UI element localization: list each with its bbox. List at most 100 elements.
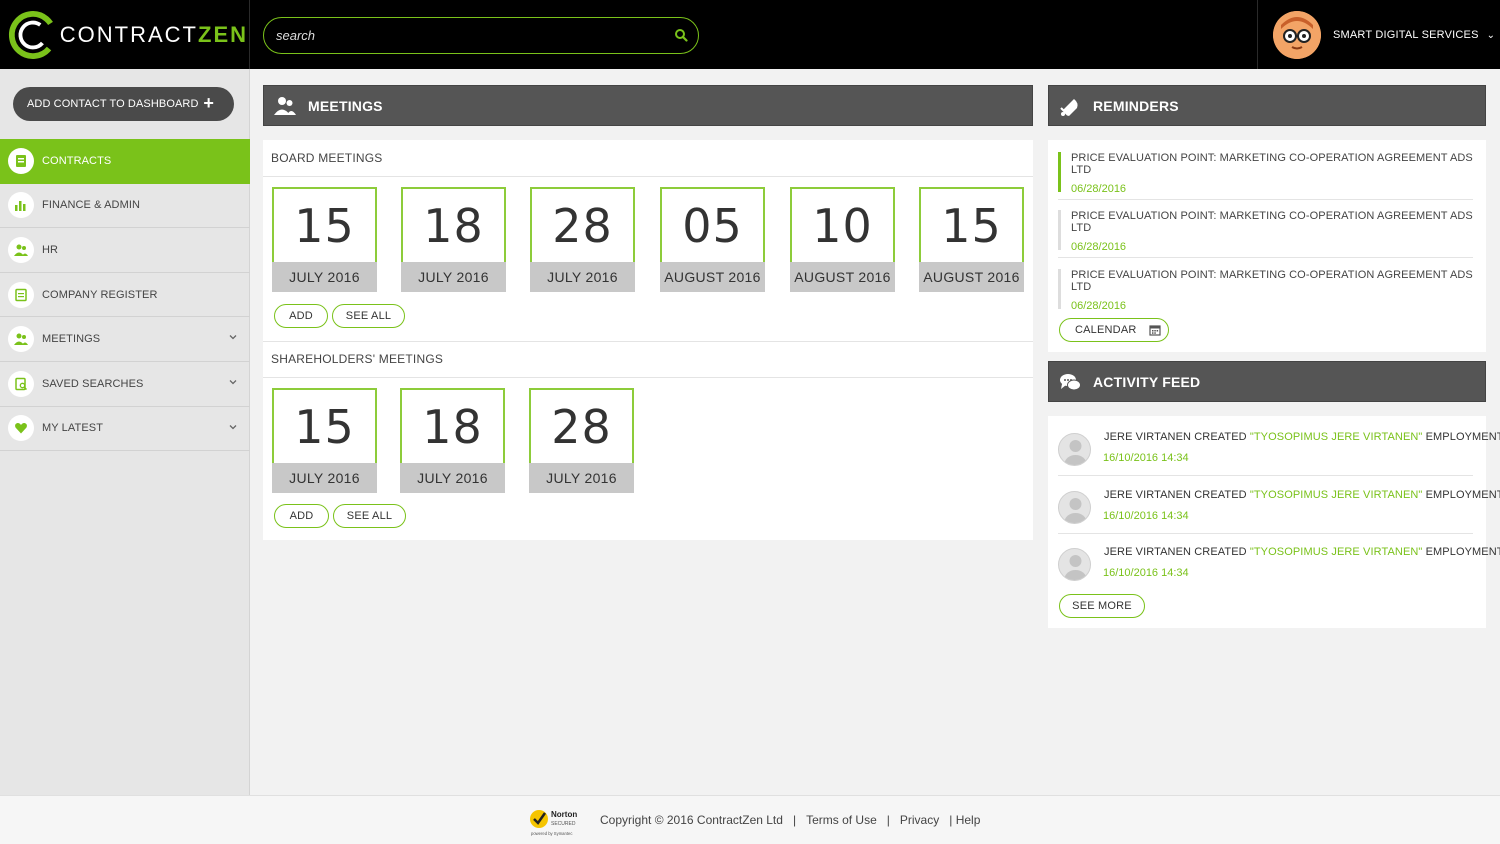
svg-text:powered by Symantec: powered by Symantec <box>531 831 572 836</box>
avatar-face-icon <box>1273 11 1321 59</box>
board-meeting-date-card[interactable]: 15 JULY 2016 <box>272 187 377 292</box>
divider <box>1058 199 1473 200</box>
chevron-down-icon[interactable] <box>228 377 238 387</box>
activity-link[interactable]: "TYOSOPIMUS JERE VIRTANEN" <box>1250 431 1423 443</box>
privacy-link[interactable]: Privacy <box>900 813 939 827</box>
date-month: JULY 2016 <box>400 463 505 493</box>
sidebar-item-hr[interactable]: HR <box>0 228 250 273</box>
logo-mark-icon <box>8 11 57 59</box>
reminder-item[interactable]: PRICE EVALUATION POINT: MARKETING CO-OPE… <box>1058 269 1473 312</box>
logo[interactable]: CONTRACTZEN <box>8 8 248 62</box>
divider <box>1058 257 1473 258</box>
divider <box>263 176 1033 177</box>
sidebar-item-company-register[interactable]: COMPANY REGISTER <box>0 273 250 318</box>
see-more-button[interactable]: SEE MORE <box>1059 594 1145 618</box>
search-box <box>263 17 699 54</box>
copyright-text: Copyright © 2016 ContractZen Ltd <box>600 813 783 827</box>
terms-link[interactable]: Terms of Use <box>806 813 877 827</box>
reminder-title: PRICE EVALUATION POINT: MARKETING CO-OPE… <box>1071 269 1473 293</box>
footer-separator: | <box>782 813 807 827</box>
reminder-item[interactable]: PRICE EVALUATION POINT: MARKETING CO-OPE… <box>1058 210 1473 253</box>
bell-icon <box>1060 98 1078 116</box>
norton-secured-icon: Norton SECURED powered by Symantec <box>530 810 577 836</box>
board-meeting-date-card[interactable]: 15 AUGUST 2016 <box>919 187 1024 292</box>
footer-separator: | <box>876 813 900 827</box>
meetings-panel-title: MEETINGS <box>308 97 383 114</box>
board-meeting-date-card[interactable]: 18 JULY 2016 <box>401 187 506 292</box>
sidebar-item-meetings[interactable]: MEETINGS <box>0 317 250 362</box>
reminders-panel-header: REMINDERS <box>1048 85 1486 126</box>
activity-date: 16/10/2016 14:34 <box>1103 452 1189 464</box>
reminder-date: 06/28/2016 <box>1071 300 1127 312</box>
chevron-down-icon[interactable]: ⌄ <box>1487 30 1495 41</box>
date-day: 10 <box>790 187 895 262</box>
activity-feed-panel: JERE VIRTANEN CREATED "TYOSOPIMUS JERE V… <box>1048 416 1500 628</box>
reminder-item[interactable]: PRICE EVALUATION POINT: MARKETING CO-OPE… <box>1058 152 1473 195</box>
chevron-down-icon[interactable] <box>228 332 238 342</box>
reminders-panel: PRICE EVALUATION POINT: MARKETING CO-OPE… <box>1048 140 1486 352</box>
date-month: AUGUST 2016 <box>790 262 895 292</box>
date-month: AUGUST 2016 <box>660 262 765 292</box>
sidebar-item-contracts[interactable]: CONTRACTS <box>0 139 250 184</box>
avatar <box>1058 548 1091 581</box>
meetings-icon <box>8 326 34 353</box>
calendar-label: CALENDAR <box>1075 324 1137 336</box>
date-day: 15 <box>272 187 377 262</box>
register-icon <box>8 281 34 308</box>
board-meeting-date-card[interactable]: 10 AUGUST 2016 <box>790 187 895 292</box>
logo-text: CONTRACTZEN <box>59 22 248 47</box>
sidebar-item-label: SAVED SEARCHES <box>42 377 144 390</box>
board-meetings-title: BOARD MEETINGS <box>271 151 383 165</box>
sidebar-item-saved-searches[interactable]: SAVED SEARCHES <box>0 362 250 407</box>
svg-text:Norton: Norton <box>551 810 577 819</box>
meetings-panel: BOARD MEETINGS 15 JULY 2016 18 JULY 2016… <box>263 140 1033 540</box>
shareholders-meeting-date-card[interactable]: 18 JULY 2016 <box>400 388 505 493</box>
date-month: JULY 2016 <box>401 262 506 292</box>
reminder-date: 06/28/2016 <box>1071 183 1127 195</box>
sidebar-item-label: COMPANY REGISTER <box>42 288 158 301</box>
activity-link[interactable]: "TYOSOPIMUS JERE VIRTANEN" <box>1250 489 1423 501</box>
plus-icon: + <box>203 93 214 113</box>
shareholders-see-all-button[interactable]: SEE ALL <box>333 504 406 528</box>
date-month: JULY 2016 <box>529 463 634 493</box>
sidebar-item-label: HR <box>42 243 59 256</box>
add-contact-button[interactable]: ADD CONTACT TO DASHBOARD + <box>13 87 234 121</box>
date-month: AUGUST 2016 <box>919 262 1024 292</box>
activity-item[interactable]: JERE VIRTANEN CREATED "TYOSOPIMUS JERE V… <box>1058 431 1500 476</box>
date-day: 15 <box>272 388 377 463</box>
date-day: 18 <box>400 388 505 463</box>
search-input[interactable] <box>264 18 644 53</box>
chevron-down-icon[interactable] <box>228 422 238 432</box>
board-add-button[interactable]: ADD <box>274 304 328 328</box>
sidebar-item-label: CONTRACTS <box>42 154 112 167</box>
calendar-button[interactable]: CALENDAR <box>1059 318 1169 342</box>
board-meeting-date-card[interactable]: 05 AUGUST 2016 <box>660 187 765 292</box>
date-month: JULY 2016 <box>272 463 377 493</box>
saved-search-icon <box>8 370 34 397</box>
shareholders-meeting-date-card[interactable]: 15 JULY 2016 <box>272 388 377 493</box>
calendar-icon <box>1148 325 1161 336</box>
help-link[interactable]: Help <box>956 813 981 827</box>
divider <box>263 377 1033 378</box>
norton-badge[interactable]: Norton SECURED powered by Symantec <box>529 804 587 838</box>
divider <box>1058 475 1473 476</box>
sidebar-item-my-latest[interactable]: MY LATEST <box>0 407 250 452</box>
activity-link[interactable]: "TYOSOPIMUS JERE VIRTANEN" <box>1250 546 1423 558</box>
date-day: 15 <box>919 187 1024 262</box>
shareholders-meetings-title: SHAREHOLDERS' MEETINGS <box>271 352 444 366</box>
shareholders-add-button[interactable]: ADD <box>274 504 329 528</box>
sidebar: ADD CONTACT TO DASHBOARD + CONTRACTS FIN… <box>0 69 250 795</box>
activity-item[interactable]: JERE VIRTANEN CREATED "TYOSOPIMUS JERE V… <box>1058 546 1500 591</box>
board-meeting-date-card[interactable]: 28 JULY 2016 <box>530 187 635 292</box>
user-menu[interactable]: SMART DIGITAL SERVICES ⌄ <box>1273 11 1495 59</box>
avatar <box>1058 433 1091 466</box>
sidebar-item-label: FINANCE & ADMIN <box>42 199 141 212</box>
shareholders-meeting-date-card[interactable]: 28 JULY 2016 <box>529 388 634 493</box>
activity-item[interactable]: JERE VIRTANEN CREATED "TYOSOPIMUS JERE V… <box>1058 489 1500 534</box>
divider <box>263 341 1033 342</box>
sidebar-item-finance-admin[interactable]: FINANCE & ADMIN <box>0 184 250 229</box>
search-icon[interactable] <box>674 28 688 42</box>
user-name[interactable]: SMART DIGITAL SERVICES <box>1333 29 1479 41</box>
avatar <box>1273 11 1321 59</box>
board-see-all-button[interactable]: SEE ALL <box>332 304 405 328</box>
